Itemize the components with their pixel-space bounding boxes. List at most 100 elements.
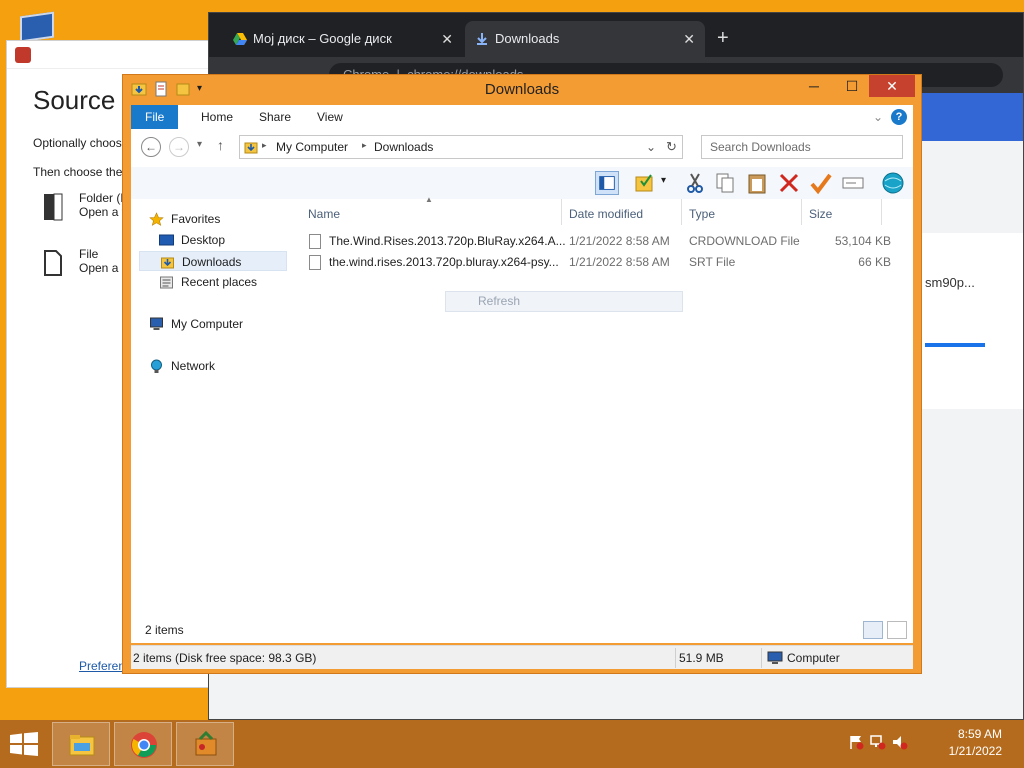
back-button[interactable]: ←: [141, 137, 161, 157]
file-size: 53,104 KB: [834, 234, 891, 248]
nav-recent-label: Recent places: [181, 275, 258, 289]
delete-icon[interactable]: [777, 171, 801, 195]
source-window-titlebar[interactable]: [7, 41, 235, 69]
taskbar: 8:59 AM 1/21/2022: [0, 720, 1024, 768]
refresh-icon[interactable]: ↻: [666, 139, 677, 155]
address-bar[interactable]: ▸ My Computer ▸ Downloads ⌄ ↻: [239, 135, 683, 159]
maximize-button[interactable]: ☐: [837, 75, 867, 97]
close-tab-icon[interactable]: ✕: [683, 21, 695, 57]
nav-favorites[interactable]: Favorites: [139, 209, 287, 229]
up-arrow-icon[interactable]: ↑: [217, 137, 224, 153]
volume-muted-icon[interactable]: [892, 734, 908, 750]
address-dropdown-icon[interactable]: ⌄: [646, 140, 656, 154]
items-count: 2 items: [145, 623, 184, 637]
breadcrumb-my-computer[interactable]: My Computer: [276, 140, 348, 154]
file-list: ▲ Name Date modified Type Size The.Wind.…: [299, 195, 913, 613]
preview-pane-icon[interactable]: [595, 171, 619, 195]
explorer-titlebar[interactable]: ▾ Downloads ─ ☐ ✕: [123, 75, 921, 105]
breadcrumb-chevron-icon[interactable]: ▸: [362, 140, 367, 151]
status-disk-space: 2 items (Disk free space: 98.3 GB): [133, 651, 317, 665]
nav-favorites-label: Favorites: [171, 212, 221, 226]
taskbar-file-explorer[interactable]: [52, 722, 110, 766]
checkmark-icon[interactable]: [809, 171, 833, 195]
paste-icon[interactable]: [745, 171, 769, 195]
tab-google-drive[interactable]: Мој диск – Google диск ✕: [223, 21, 463, 57]
minimize-button[interactable]: ─: [799, 75, 829, 97]
clock-time: 8:59 AM: [957, 727, 1002, 741]
system-tray: 8:59 AM 1/21/2022: [844, 720, 1024, 768]
view-buttons: [863, 621, 907, 639]
app-icon: [195, 731, 217, 756]
details-view-icon[interactable]: [863, 621, 883, 639]
nav-network[interactable]: Network: [139, 356, 287, 376]
nav-downloads-label: Downloads: [182, 255, 242, 269]
windows-start-icon[interactable]: [10, 732, 38, 756]
close-tab-icon[interactable]: ✕: [441, 21, 453, 57]
file-type: SRT File: [689, 255, 736, 269]
file-date: 1/21/2022 8:58 AM: [569, 234, 670, 248]
nav-downloads[interactable]: Downloads: [139, 251, 287, 271]
downloads-folder-icon: [244, 142, 258, 154]
forward-button[interactable]: →: [169, 137, 189, 157]
explorer-window: ▾ Downloads ─ ☐ ✕ File Home Share View ⌄…: [122, 74, 922, 674]
refresh-menu-item[interactable]: Refresh: [445, 291, 683, 312]
clock-date: 1/21/2022: [948, 744, 1002, 758]
downloads-header: [919, 93, 1023, 141]
download-card[interactable]: sm90p...: [919, 233, 1023, 409]
expand-ribbon-icon[interactable]: ⌄: [873, 110, 883, 124]
clock[interactable]: 8:59 AM 1/21/2022: [949, 726, 1002, 760]
search-input[interactable]: Search Downloads: [701, 135, 903, 159]
file-row[interactable]: The.Wind.Rises.2013.720p.BluRay.x264.A..…: [307, 231, 891, 252]
column-name[interactable]: Name: [308, 207, 340, 221]
source-instructions-2: Then choose the v: [33, 165, 132, 179]
action-center-flag-icon[interactable]: [848, 734, 864, 750]
computer-icon: [767, 651, 783, 664]
option-file-title: File: [79, 247, 99, 261]
nav-desktop[interactable]: Desktop: [139, 230, 287, 250]
tab-drive-label: Мој диск – Google диск: [253, 31, 392, 46]
cut-icon[interactable]: [683, 171, 707, 195]
star-icon: [149, 212, 164, 226]
new-tab-button[interactable]: +: [717, 27, 729, 50]
file-row[interactable]: the.wind.rises.2013.720p.bluray.x264-psy…: [307, 252, 891, 273]
nav-my-computer[interactable]: My Computer: [139, 314, 287, 334]
folder-options-icon[interactable]: [633, 171, 657, 195]
large-icons-view-icon[interactable]: [887, 621, 907, 639]
tab-file[interactable]: File: [131, 105, 179, 129]
status-bar: 2 items (Disk free space: 98.3 GB) 51.9 …: [131, 645, 913, 669]
option-folder-desc: Open a f: [79, 205, 126, 219]
explorer-body: ← → ▾ ↑ ▸ My Computer ▸ Downloads ⌄ ↻ Se…: [131, 129, 913, 643]
network-status-icon[interactable]: [870, 734, 886, 750]
taskbar-chrome[interactable]: [114, 722, 172, 766]
column-type[interactable]: Type: [689, 207, 715, 221]
file-explorer-icon: [69, 735, 95, 756]
file-icon: [44, 250, 62, 276]
rename-icon[interactable]: [841, 171, 865, 195]
recent-locations-icon[interactable]: ▾: [197, 139, 202, 150]
options-dropdown-icon[interactable]: ▾: [661, 175, 666, 186]
nav-computer-label: My Computer: [171, 317, 244, 331]
taskbar-app[interactable]: [176, 722, 234, 766]
breadcrumb-downloads[interactable]: Downloads: [374, 140, 433, 154]
help-icon[interactable]: ?: [891, 109, 907, 125]
globe-icon[interactable]: [881, 171, 905, 195]
address-area: ← → ▾ ↑ ▸ My Computer ▸ Downloads ⌄ ↻ Se…: [131, 129, 913, 165]
breadcrumb-chevron-icon[interactable]: ▸: [262, 140, 267, 151]
nav-recent-places[interactable]: Recent places: [139, 272, 287, 292]
copy-icon[interactable]: [713, 171, 737, 195]
source-instructions-1: Optionally choose: [33, 136, 129, 150]
column-date-modified[interactable]: Date modified: [569, 207, 643, 221]
file-size: 66 KB: [858, 255, 891, 269]
option-folder-title: Folder (B: [79, 191, 129, 205]
tab-home[interactable]: Home: [187, 105, 247, 129]
close-button[interactable]: ✕: [869, 75, 915, 97]
tab-downloads[interactable]: Downloads ✕: [465, 21, 705, 57]
column-size[interactable]: Size: [809, 207, 832, 221]
ribbon-tabs: File Home Share View ⌄ ?: [131, 105, 913, 129]
file-date: 1/21/2022 8:58 AM: [569, 255, 670, 269]
tab-share[interactable]: Share: [245, 105, 305, 129]
tab-view[interactable]: View: [303, 105, 357, 129]
file-icon: [309, 255, 321, 270]
preferences-link[interactable]: Preferen: [79, 659, 125, 673]
chrome-tabstrip: Мој диск – Google диск ✕ Downloads ✕ +: [209, 13, 1023, 57]
